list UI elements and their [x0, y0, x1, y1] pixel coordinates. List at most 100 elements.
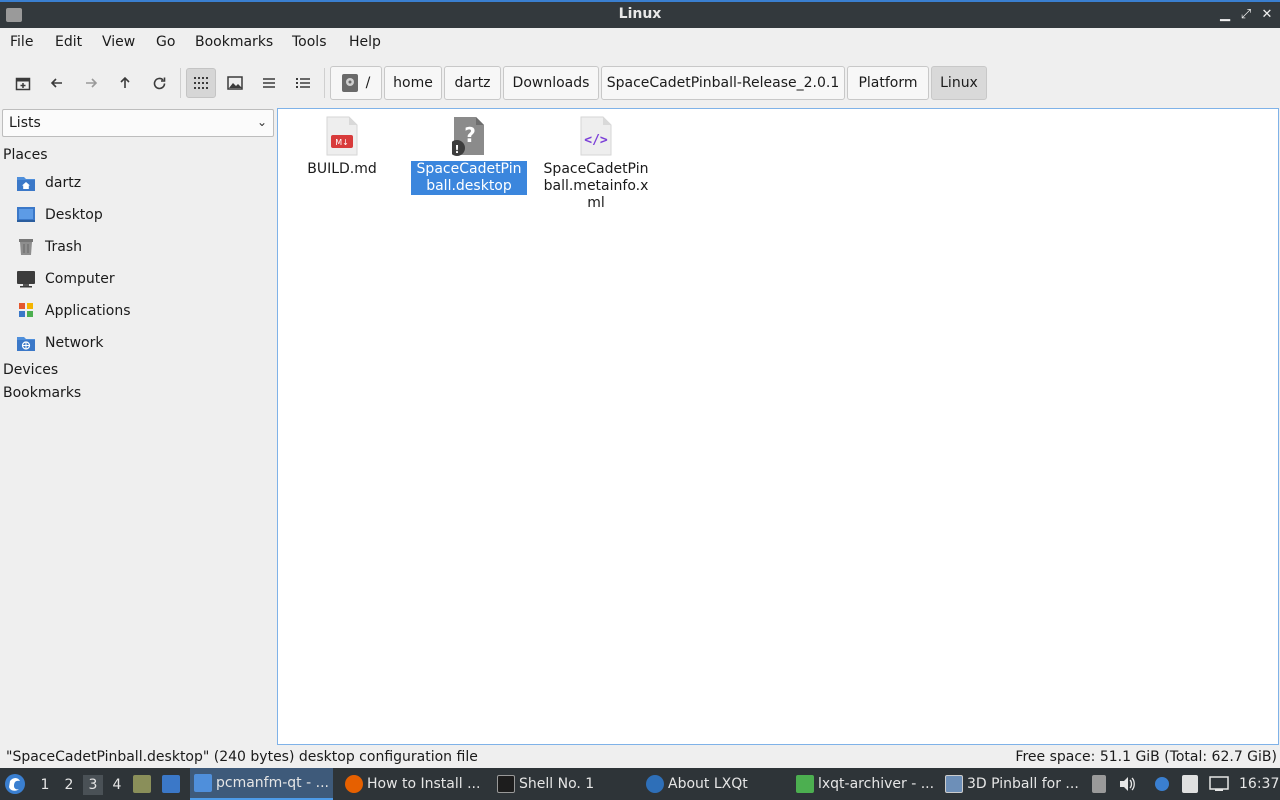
quicklaunch-show-desktop[interactable]	[162, 768, 186, 800]
breadcrumb-linux[interactable]: Linux	[931, 66, 987, 100]
desktop-switch-3[interactable]: 3	[83, 775, 103, 795]
tray-network[interactable]	[1209, 768, 1231, 800]
task-shell[interactable]: Shell No. 1	[493, 768, 633, 800]
forward-icon	[86, 78, 98, 88]
menu-file[interactable]: File	[10, 34, 33, 50]
svg-text:!: !	[454, 143, 459, 156]
sidebar: Lists ⌄ Places dartz Desktop Trash Compu…	[0, 108, 276, 744]
sidebar-mode-select[interactable]: Lists ⌄	[2, 109, 274, 137]
network-icon	[16, 334, 36, 352]
menu-edit[interactable]: Edit	[55, 34, 82, 50]
menu-bookmarks[interactable]: Bookmarks	[195, 34, 273, 50]
start-menu-button[interactable]	[4, 768, 28, 800]
reload-icon	[153, 77, 165, 89]
desktop-switch-2[interactable]: 2	[59, 775, 79, 795]
up-button[interactable]	[110, 68, 140, 98]
file-manager-icon	[133, 775, 151, 793]
file-view[interactable]: M↓ BUILD.md ?! SpaceCadetPinball.desktop…	[277, 108, 1279, 745]
tray-storage[interactable]	[1092, 768, 1110, 800]
maximize-button[interactable]: ⤢	[1237, 5, 1255, 25]
window-titlebar: Linux ▁ ⤢ ✕	[0, 0, 1280, 28]
bookmarks-heading[interactable]: Bookmarks	[3, 385, 81, 401]
sidebar-item-network[interactable]: Network	[16, 331, 103, 355]
grid-icon	[194, 77, 208, 89]
task-label: lxqt-archiver - ...	[818, 776, 935, 792]
sidebar-item-label: Desktop	[45, 207, 103, 223]
back-button[interactable]	[42, 68, 72, 98]
sidebar-item-desktop[interactable]: Desktop	[16, 203, 103, 227]
menu-help[interactable]: Help	[349, 34, 381, 50]
tray-notification[interactable]	[1155, 768, 1173, 800]
task-firefox[interactable]: How to Install ...	[341, 768, 486, 800]
menu-go[interactable]: Go	[156, 34, 175, 50]
file-name: SpaceCadetPinball.metainfo.xml	[543, 161, 649, 211]
breadcrumb-spacecadet[interactable]: SpaceCadetPinball-Release_2.0.1	[601, 66, 845, 100]
tray-clipboard[interactable]	[1182, 768, 1202, 800]
svg-text:?: ?	[464, 123, 476, 147]
menu-tools[interactable]: Tools	[292, 34, 327, 50]
applications-icon	[16, 302, 36, 320]
show-desktop-icon	[162, 775, 180, 793]
task-label: pcmanfm-qt - ...	[216, 775, 329, 791]
file-item[interactable]: M↓ BUILD.md	[284, 115, 400, 178]
task-3d-pinball[interactable]: 3D Pinball for ...	[941, 768, 1087, 800]
breadcrumb-root[interactable]: /	[330, 66, 382, 100]
toolbar-separator	[180, 68, 181, 98]
desktop-switch-4[interactable]: 4	[107, 775, 127, 795]
task-label: Shell No. 1	[519, 776, 595, 792]
computer-icon	[16, 270, 36, 288]
terminal-icon	[497, 775, 515, 793]
task-label: How to Install ...	[367, 776, 481, 792]
sidebar-item-label: Applications	[45, 303, 131, 319]
sidebar-item-label: Computer	[45, 271, 115, 287]
breadcrumb-downloads[interactable]: Downloads	[503, 66, 599, 100]
task-label: About LXQt	[668, 776, 748, 792]
task-pcmanfm[interactable]: pcmanfm-qt - ...	[190, 768, 333, 800]
close-button[interactable]: ✕	[1258, 5, 1276, 25]
file-item-selected[interactable]: ?! SpaceCadetPinball.desktop	[411, 115, 527, 195]
image-icon	[227, 76, 243, 90]
sidebar-item-label: Trash	[45, 239, 82, 255]
sidebar-item-applications[interactable]: Applications	[16, 299, 131, 323]
sidebar-item-computer[interactable]: Computer	[16, 267, 115, 291]
tray-volume[interactable]	[1118, 768, 1138, 800]
xml-file-icon: </>	[579, 115, 613, 157]
compact-view-button[interactable]	[254, 68, 284, 98]
breadcrumb-home[interactable]: home	[384, 66, 442, 100]
markdown-file-icon: M↓	[325, 115, 359, 157]
svg-text:M↓: M↓	[335, 138, 349, 147]
breadcrumb-platform[interactable]: Platform	[847, 66, 929, 100]
reload-button[interactable]	[144, 68, 174, 98]
new-window-button[interactable]	[8, 68, 38, 98]
firefox-icon	[345, 775, 363, 793]
task-lxqt-archiver[interactable]: lxqt-archiver - ...	[792, 768, 937, 800]
toolbar-separator	[324, 68, 325, 98]
chevron-down-icon: ⌄	[256, 115, 267, 129]
menu-view[interactable]: View	[102, 34, 135, 50]
list-icon	[263, 78, 275, 88]
file-name: BUILD.md	[307, 161, 377, 177]
detailed-view-button[interactable]	[288, 68, 318, 98]
window-icon	[945, 775, 963, 793]
svg-text:</>: </>	[584, 133, 608, 148]
lxqt-icon	[646, 775, 664, 793]
sidebar-item-dartz[interactable]: dartz	[16, 171, 81, 195]
thumbnail-view-button[interactable]	[220, 68, 250, 98]
desktop-switch-1[interactable]: 1	[35, 775, 55, 795]
network-status-icon	[1209, 776, 1229, 791]
icon-view-button[interactable]	[186, 68, 216, 98]
taskbar: 1 2 3 4 pcmanfm-qt - ... How to Install …	[0, 768, 1280, 800]
forward-button[interactable]	[76, 68, 106, 98]
places-heading[interactable]: Places	[3, 147, 48, 163]
quicklaunch-file-manager[interactable]	[133, 768, 155, 800]
devices-heading[interactable]: Devices	[3, 362, 58, 378]
minimize-button[interactable]: ▁	[1216, 5, 1234, 25]
sidebar-item-trash[interactable]: Trash	[16, 235, 82, 259]
sidebar-item-label: dartz	[45, 175, 82, 191]
volume-icon	[1120, 777, 1135, 791]
toolbar: / home dartz Downloads SpaceCadetPinball…	[0, 60, 1280, 104]
file-item[interactable]: </> SpaceCadetPinball.metainfo.xml	[538, 115, 654, 212]
task-about-lxqt[interactable]: About LXQt	[642, 768, 787, 800]
breadcrumb-dartz[interactable]: dartz	[444, 66, 501, 100]
clock[interactable]: 16:37	[1239, 768, 1279, 800]
